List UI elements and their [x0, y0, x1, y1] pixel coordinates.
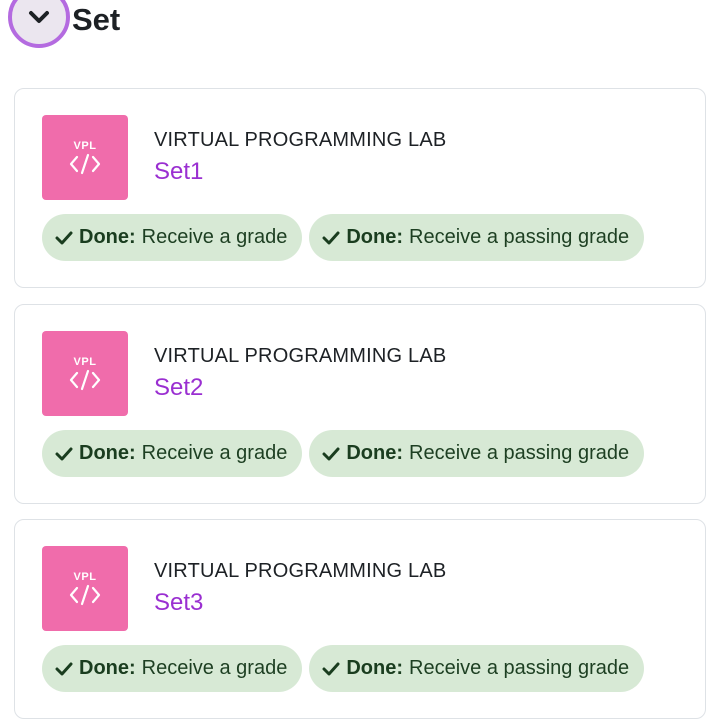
completion-conditions: Done: Receive a grade Done: Receive a pa…	[42, 430, 645, 477]
vpl-activity-icon[interactable]: VPL	[42, 115, 128, 200]
completion-status: Done:	[346, 442, 403, 464]
completion-badge: Done: Receive a passing grade	[309, 645, 645, 692]
activity-link[interactable]: Set2	[154, 374, 203, 402]
check-icon	[322, 662, 340, 675]
completion-badge: Done: Receive a grade	[42, 430, 303, 477]
code-icon	[69, 369, 101, 390]
check-icon	[55, 447, 73, 460]
activity-link[interactable]: Set1	[154, 158, 203, 186]
activity-card: VPL VIRTUAL PROGRAMMING LAB Set3 Done: R…	[14, 519, 706, 719]
code-icon	[69, 153, 101, 174]
completion-status: Done:	[346, 226, 403, 248]
vpl-icon-label: VPL	[73, 355, 97, 368]
completion-badge: Done: Receive a grade	[42, 645, 303, 692]
course-page: Set VPL VIRTUAL PROGRAMMING LAB Set1 Don…	[0, 0, 720, 720]
completion-condition: Receive a grade	[141, 657, 288, 679]
section-title: Set	[72, 2, 121, 37]
vpl-activity-icon[interactable]: VPL	[42, 546, 128, 631]
section-collapse-button[interactable]	[8, 0, 70, 48]
activity-type-label: VIRTUAL PROGRAMMING LAB	[154, 345, 447, 367]
activity-card: VPL VIRTUAL PROGRAMMING LAB Set2 Done: R…	[14, 304, 706, 504]
activity-link[interactable]: Set3	[154, 589, 203, 617]
check-icon	[55, 662, 73, 675]
completion-status: Done:	[79, 657, 136, 679]
completion-badge: Done: Receive a grade	[42, 214, 303, 261]
completion-badge: Done: Receive a passing grade	[309, 430, 645, 477]
code-icon	[69, 584, 101, 605]
completion-condition: Receive a passing grade	[409, 657, 630, 679]
completion-status: Done:	[346, 657, 403, 679]
check-icon	[55, 231, 73, 244]
activity-card: VPL VIRTUAL PROGRAMMING LAB Set1 Done: R…	[14, 88, 706, 288]
chevron-down-icon	[29, 11, 49, 23]
completion-condition: Receive a grade	[141, 226, 288, 248]
check-icon	[322, 231, 340, 244]
section-header: Set	[8, 0, 120, 48]
vpl-icon-label: VPL	[73, 139, 97, 152]
completion-condition: Receive a grade	[141, 442, 288, 464]
completion-condition: Receive a passing grade	[409, 442, 630, 464]
completion-badge: Done: Receive a passing grade	[309, 214, 645, 261]
completion-conditions: Done: Receive a grade Done: Receive a pa…	[42, 645, 645, 692]
vpl-icon-label: VPL	[73, 570, 97, 583]
completion-status: Done:	[79, 226, 136, 248]
vpl-activity-icon[interactable]: VPL	[42, 331, 128, 416]
completion-conditions: Done: Receive a grade Done: Receive a pa…	[42, 214, 645, 261]
activity-type-label: VIRTUAL PROGRAMMING LAB	[154, 560, 447, 582]
completion-status: Done:	[79, 442, 136, 464]
activity-type-label: VIRTUAL PROGRAMMING LAB	[154, 129, 447, 151]
check-icon	[322, 447, 340, 460]
completion-condition: Receive a passing grade	[409, 226, 630, 248]
